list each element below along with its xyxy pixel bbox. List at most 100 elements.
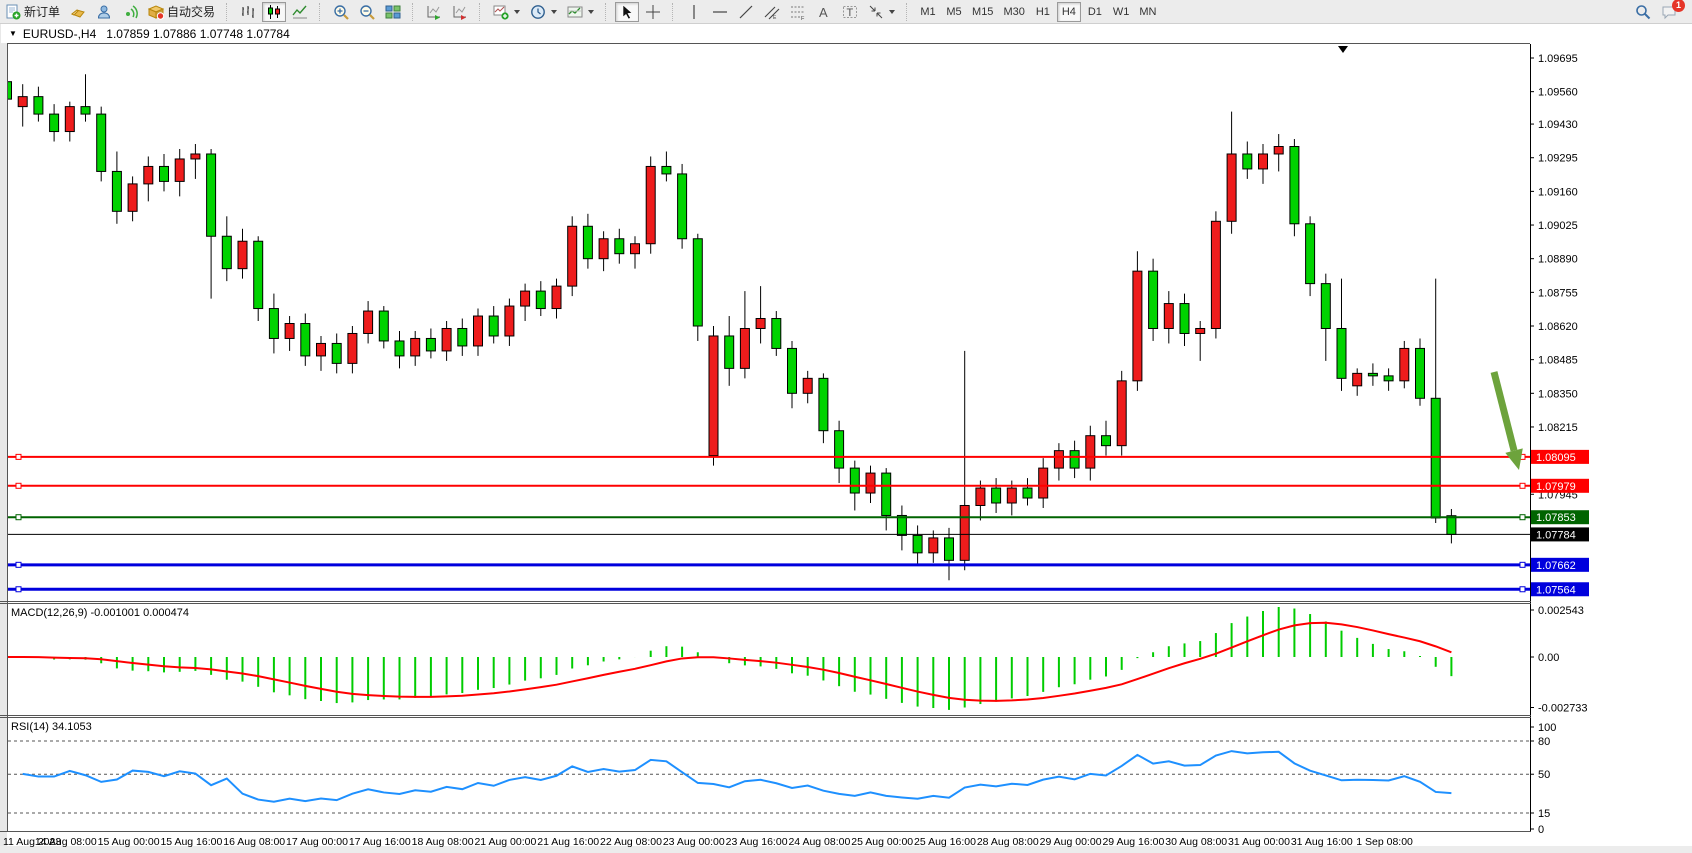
svg-text:A: A <box>819 5 828 20</box>
date-axis-label: 16 Aug 08:00 <box>223 836 285 848</box>
dropdown-arrow-icon <box>889 10 895 14</box>
timeframe-w1-button[interactable]: W1 <box>1109 2 1134 22</box>
quotes-button[interactable] <box>66 2 90 22</box>
timeframe-m30-button[interactable]: M30 <box>999 2 1028 22</box>
line-handle <box>16 562 21 567</box>
tile-windows-button[interactable] <box>381 2 405 22</box>
candlestick-button[interactable] <box>262 2 286 22</box>
dropdown-arrow-icon <box>514 10 520 14</box>
bar-chart-button[interactable] <box>236 2 260 22</box>
candle <box>709 336 718 456</box>
zoom-out-button[interactable] <box>355 2 379 22</box>
text-button[interactable]: A <box>812 2 836 22</box>
zoom-in-button[interactable] <box>329 2 353 22</box>
label-icon: T <box>842 4 858 20</box>
autotrade-button[interactable]: 自动交易 <box>144 2 219 22</box>
timeframe-mn-button[interactable]: MN <box>1135 2 1160 22</box>
chart-area[interactable]: 1.096951.095601.094301.092951.091601.090… <box>0 0 1692 853</box>
notifications-button[interactable]: 1 <box>1657 2 1681 22</box>
trendline-icon <box>738 4 754 20</box>
price-axis-tick: 1.08755 <box>1538 287 1578 299</box>
experts-button[interactable] <box>92 2 116 22</box>
cursor-button[interactable] <box>615 2 639 22</box>
quotes-icon <box>70 4 86 20</box>
label-button[interactable]: T <box>838 2 862 22</box>
arrows-button[interactable] <box>864 2 899 22</box>
template-icon <box>567 4 583 20</box>
vline-button[interactable] <box>682 2 706 22</box>
candle <box>835 431 844 468</box>
date-axis-label: 30 Aug 08:00 <box>1165 836 1227 848</box>
line-handle <box>1520 562 1525 567</box>
search-button[interactable] <box>1631 2 1655 22</box>
candle <box>18 97 27 107</box>
candle <box>222 236 231 268</box>
timeframe-m1-button[interactable]: M1 <box>916 2 940 22</box>
line-chart-button[interactable] <box>288 2 312 22</box>
rsi-axis-tick: 15 <box>1538 808 1550 820</box>
date-axis-label: 25 Aug 16:00 <box>914 836 976 848</box>
candle <box>207 154 216 236</box>
timeframe-m5-button[interactable]: M5 <box>942 2 966 22</box>
symbol-period-label: EURUSD-,H4 <box>23 27 96 41</box>
timeframe-h4-button[interactable]: H4 <box>1057 2 1081 22</box>
candle <box>725 336 734 368</box>
svg-text:E: E <box>773 15 777 20</box>
line-handle <box>1520 515 1525 520</box>
fibo-button[interactable]: F <box>786 2 810 22</box>
text-icon: A <box>816 4 832 20</box>
zoom-in-icon <box>333 4 349 20</box>
periods-button[interactable] <box>526 2 561 22</box>
line-handle <box>1520 587 1525 592</box>
timeframe-d1-button[interactable]: D1 <box>1083 2 1107 22</box>
candle <box>1290 147 1299 224</box>
candle <box>819 378 828 430</box>
candle <box>1196 328 1205 333</box>
candle <box>1321 284 1330 329</box>
timeframe-h1-button[interactable]: H1 <box>1031 2 1055 22</box>
crosshair-button[interactable] <box>641 2 665 22</box>
crosshair-icon <box>645 4 661 20</box>
price-axis-tick: 1.08890 <box>1538 254 1578 266</box>
date-axis-label: 23 Aug 00:00 <box>663 836 725 848</box>
line-handle <box>1520 483 1525 488</box>
candle <box>65 107 74 132</box>
autoscroll-icon <box>426 4 442 20</box>
collapse-arrow-icon[interactable]: ▼ <box>9 29 17 38</box>
trendline-button[interactable] <box>734 2 758 22</box>
autoscroll-button[interactable] <box>422 2 446 22</box>
candle <box>1243 154 1252 169</box>
price-axis-tick: 1.09025 <box>1538 220 1578 232</box>
candle <box>1447 516 1456 535</box>
indicators-button[interactable] <box>489 2 524 22</box>
candle <box>1259 154 1268 169</box>
candle <box>254 241 263 308</box>
candle <box>913 535 922 552</box>
chart-shift-button[interactable] <box>448 2 472 22</box>
candle <box>1227 154 1236 221</box>
date-axis-label: 15 Aug 16:00 <box>160 836 222 848</box>
zoom-out-icon <box>359 4 375 20</box>
hline-button[interactable] <box>708 2 732 22</box>
candle <box>411 338 420 355</box>
candle <box>191 154 200 159</box>
candle <box>1211 221 1220 328</box>
timeframe-m15-button[interactable]: M15 <box>968 2 997 22</box>
new-order-button[interactable]: 新订单 <box>1 2 64 22</box>
date-axis-label: 17 Aug 00:00 <box>286 836 348 848</box>
candle <box>693 239 702 326</box>
toolbar-separator <box>906 3 912 21</box>
macd-axis-tick: 0.00 <box>1538 652 1559 664</box>
fibo-icon: F <box>790 4 806 20</box>
candle <box>521 291 530 306</box>
template-button[interactable] <box>563 2 598 22</box>
signals-button[interactable] <box>118 2 142 22</box>
chart-title-bar: ▼ EURUSD-,H4 1.07859 1.07886 1.07748 1.0… <box>1 24 1691 43</box>
candle <box>50 114 59 131</box>
channel-button[interactable]: E <box>760 2 784 22</box>
candlestick-icon <box>266 4 282 20</box>
candle <box>1353 373 1362 385</box>
candle <box>1054 451 1063 468</box>
ohlc-values: 1.07859 1.07886 1.07748 1.07784 <box>106 27 290 41</box>
candle <box>1023 488 1032 498</box>
